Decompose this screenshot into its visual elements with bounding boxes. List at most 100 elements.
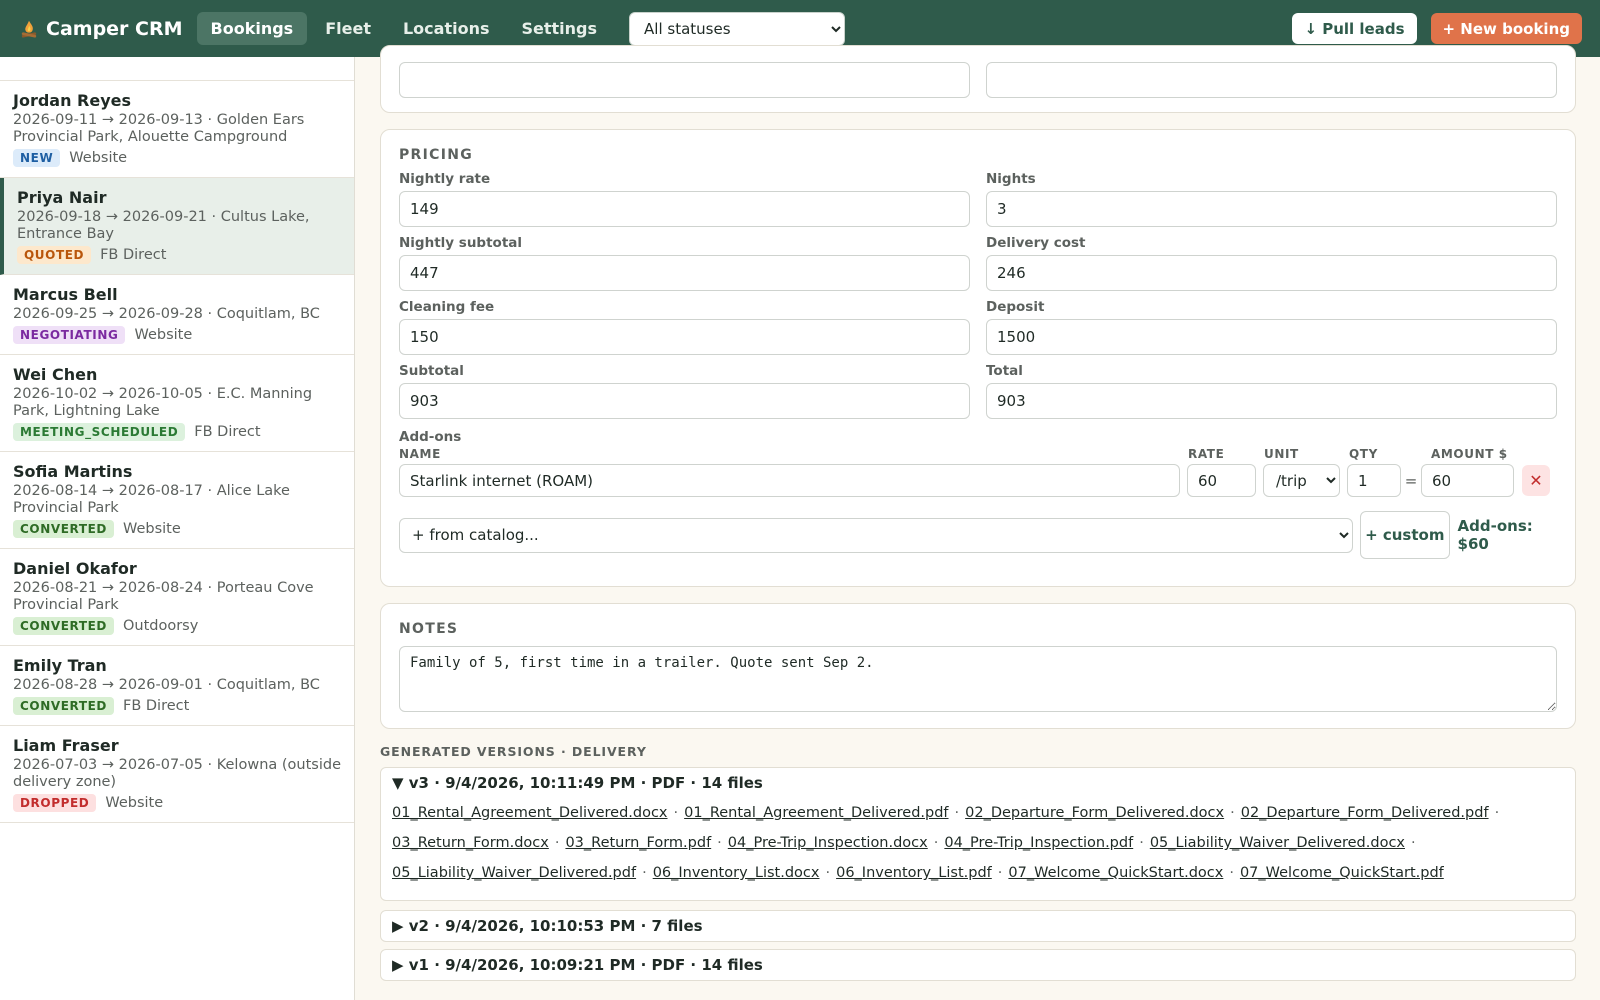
booking-source: Website: [122, 521, 181, 537]
top-fields-card: [380, 45, 1576, 113]
tab-settings[interactable]: Settings: [507, 12, 611, 45]
tab-bookings[interactable]: Bookings: [196, 12, 308, 45]
booking-name: Liam Fraser: [13, 736, 119, 755]
booking-meta: 2026-09-25 → 2026-09-28 · Coquitlam, BC: [13, 306, 320, 322]
file-link[interactable]: 07_Welcome_QuickStart.pdf: [1240, 865, 1444, 881]
status-badge: CONVERTED: [13, 617, 114, 635]
file-link[interactable]: 01_Rental_Agreement_Delivered.docx: [392, 805, 668, 821]
file-link[interactable]: 03_Return_Form.docx: [392, 835, 549, 851]
booking-source: Website: [134, 327, 193, 343]
booking-item-sofia-martins[interactable]: Sofia Martins 2026-08-14 → 2026-08-17 · …: [0, 452, 354, 549]
status-badge: NEW: [13, 149, 61, 167]
booking-item-priya-nair[interactable]: Priya Nair 2026-09-18 → 2026-09-21 · Cul…: [0, 178, 354, 275]
delivery-cost-label: Delivery cost: [986, 235, 1086, 251]
tab-locations[interactable]: Locations: [389, 12, 504, 45]
addons-total-value: $60: [1457, 535, 1489, 553]
booking-meta: 2026-10-02 → 2026-10-05 · E.C. Manning P…: [13, 386, 313, 419]
addon-catalog-select[interactable]: + from catalog...: [399, 517, 1353, 553]
notes-card: NOTES Family of 5, first time in a trail…: [380, 603, 1576, 729]
addon-unit-select[interactable]: /trip: [1263, 464, 1340, 497]
delivery-cost-input[interactable]: [986, 255, 1557, 291]
booking-item-daniel-okafor[interactable]: Daniel Okafor 2026-08-21 → 2026-08-24 · …: [0, 549, 354, 646]
version-v2-toggle[interactable]: ▶ v2 · 9/4/2026, 10:10:53 PM · 7 files: [392, 911, 1564, 941]
status-badge: CONVERTED: [13, 697, 114, 715]
version-v3: ▼ v3 · 9/4/2026, 10:11:49 PM · PDF · 14 …: [380, 767, 1576, 901]
addon-name-input[interactable]: [399, 464, 1180, 497]
file-link[interactable]: 01_Rental_Agreement_Delivered.pdf: [684, 805, 948, 821]
brand-name: Camper CRM: [46, 17, 183, 40]
addon-amount-input[interactable]: [1421, 464, 1514, 497]
addon-row: /trip = ✕: [399, 464, 1557, 497]
nightly-subtotal-input[interactable]: [399, 255, 970, 291]
file-link[interactable]: 05_Liability_Waiver_Delivered.docx: [1150, 835, 1405, 851]
addon-col-rate: RATE: [1188, 447, 1225, 461]
subtotal-label: Subtotal: [399, 363, 464, 379]
status-filter-select[interactable]: All statuses: [629, 11, 846, 46]
addons-total-label: Add-ons:: [1457, 517, 1533, 535]
version-v2: ▶ v2 · 9/4/2026, 10:10:53 PM · 7 files: [380, 910, 1576, 942]
file-link[interactable]: 05_Liability_Waiver_Delivered.pdf: [392, 865, 636, 881]
add-custom-addon-button[interactable]: + custom: [1360, 511, 1450, 559]
file-link[interactable]: 07_Welcome_QuickStart.docx: [1008, 865, 1223, 881]
cleaning-fee-input[interactable]: [399, 319, 970, 355]
file-link[interactable]: 04_Pre-Trip_Inspection.docx: [728, 835, 928, 851]
deposit-input[interactable]: [986, 319, 1557, 355]
addons-total: Add-ons: $60: [1458, 517, 1557, 553]
booking-source: Website: [105, 795, 164, 811]
remove-addon-button[interactable]: ✕: [1522, 465, 1550, 496]
version-v3-files: 01_Rental_Agreement_Delivered.docx · 01_Re…: [392, 805, 1500, 881]
version-v1: ▶ v1 · 9/4/2026, 10:09:21 PM · PDF · 14 …: [380, 949, 1576, 981]
booking-list: Jordan Reyes 2026-09-11 → 2026-09-13 · G…: [0, 57, 355, 1000]
file-link[interactable]: 02_Departure_Form_Delivered.docx: [965, 805, 1224, 821]
equals-sign: =: [1404, 471, 1418, 490]
booking-meta: 2026-08-21 → 2026-08-24 · Porteau Cove P…: [13, 580, 314, 613]
version-v3-toggle[interactable]: ▼ v3 · 9/4/2026, 10:11:49 PM · PDF · 14 …: [392, 768, 1564, 798]
pricing-card: PRICING Nightly rate Nights Nightly subt…: [380, 129, 1576, 587]
booking-detail: PRICING Nightly rate Nights Nightly subt…: [380, 45, 1576, 1000]
total-input[interactable]: [986, 383, 1557, 419]
addon-catalog-row: + from catalog... + custom Add-ons: $60: [399, 511, 1557, 559]
campfire-icon: [21, 20, 37, 38]
nightly-rate-input[interactable]: [399, 191, 970, 227]
addon-col-amount: AMOUNT $: [1431, 447, 1508, 461]
booking-item-wei-chen[interactable]: Wei Chen 2026-10-02 → 2026-10-05 · E.C. …: [0, 355, 354, 452]
booking-item-liam-fraser[interactable]: Liam Fraser 2026-07-03 → 2026-07-05 · Ke…: [0, 726, 354, 823]
booking-item-marcus-bell[interactable]: Marcus Bell 2026-09-25 → 2026-09-28 · Co…: [0, 275, 354, 355]
notes-title: NOTES: [399, 621, 459, 637]
close-icon: ✕: [1529, 472, 1543, 490]
subtotal-input[interactable]: [399, 383, 970, 419]
nights-input[interactable]: [986, 191, 1557, 227]
addon-qty-input[interactable]: [1347, 464, 1401, 497]
file-link[interactable]: 02_Departure_Form_Delivered.pdf: [1241, 805, 1489, 821]
booking-source: Website: [69, 150, 128, 166]
tab-fleet[interactable]: Fleet: [311, 12, 385, 45]
top-field-left[interactable]: [399, 62, 970, 98]
top-field-right[interactable]: [986, 62, 1557, 98]
booking-item-emily-tran[interactable]: Emily Tran 2026-08-28 → 2026-09-01 · Coq…: [0, 646, 354, 726]
file-link[interactable]: 06_Inventory_List.docx: [653, 865, 820, 881]
booking-item-jordan-reyes[interactable]: Jordan Reyes 2026-09-11 → 2026-09-13 · G…: [0, 81, 354, 178]
booking-source: Outdoorsy: [122, 618, 199, 634]
pull-leads-button[interactable]: ↓ Pull leads: [1292, 13, 1417, 44]
booking-name: Jordan Reyes: [13, 91, 132, 110]
addon-col-name: NAME: [399, 447, 441, 461]
file-link[interactable]: 04_Pre-Trip_Inspection.pdf: [944, 835, 1133, 851]
booking-meta: 2026-08-14 → 2026-08-17 · Alice Lake Pro…: [13, 483, 290, 516]
booking-meta: 2026-07-03 → 2026-07-05 · Kelowna (outsi…: [13, 757, 341, 790]
notes-textarea[interactable]: Family of 5, first time in a trailer. Qu…: [399, 646, 1557, 712]
booking-meta: 2026-09-11 → 2026-09-13 · Golden Ears Pr…: [13, 112, 305, 145]
file-link[interactable]: 03_Return_Form.pdf: [565, 835, 711, 851]
status-badge: NEGOTIATING: [13, 326, 126, 344]
addon-rate-input[interactable]: [1187, 464, 1256, 497]
addons-label: Add-ons: [399, 429, 462, 445]
nightly-subtotal-label: Nightly subtotal: [399, 235, 523, 251]
new-booking-button[interactable]: + New booking: [1430, 13, 1582, 44]
booking-name: Wei Chen: [13, 365, 98, 384]
version-v1-toggle[interactable]: ▶ v1 · 9/4/2026, 10:09:21 PM · PDF · 14 …: [392, 950, 1564, 980]
generated-versions-title: GENERATED VERSIONS · DELIVERY: [380, 744, 647, 759]
list-top-spacer: [0, 57, 354, 81]
nights-label: Nights: [986, 171, 1036, 187]
addon-col-qty: QTY: [1349, 447, 1378, 461]
file-link[interactable]: 06_Inventory_List.pdf: [836, 865, 992, 881]
brand[interactable]: Camper CRM: [18, 18, 183, 40]
